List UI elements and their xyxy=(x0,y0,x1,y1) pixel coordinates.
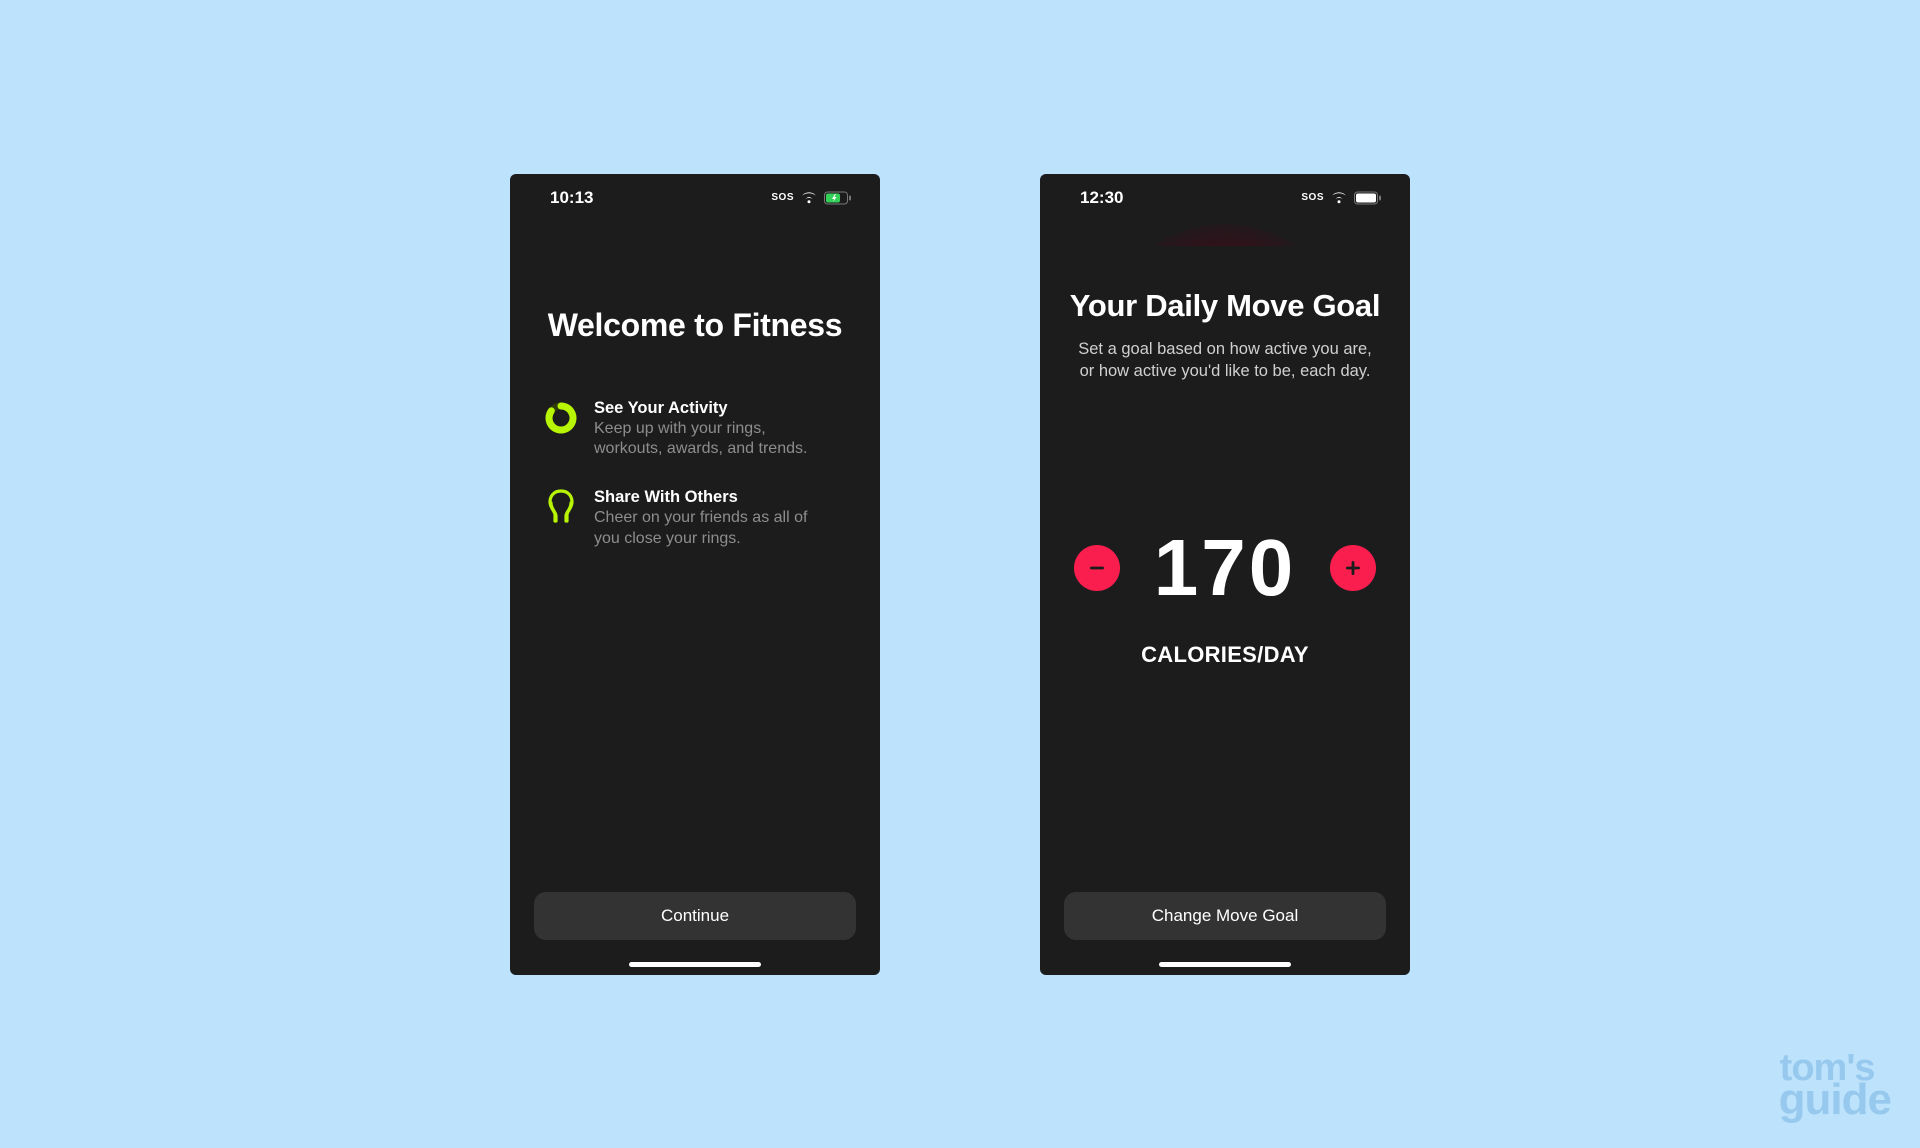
goal-stepper: 170 xyxy=(1062,522,1388,614)
feature-sharing: Share With Others Cheer on your friends … xyxy=(532,488,858,550)
status-bar: 12:30 SOS xyxy=(1040,174,1410,222)
feature-title: See Your Activity xyxy=(594,399,834,418)
goal-unit: CALORIES/DAY xyxy=(1062,642,1388,668)
continue-button[interactable]: Continue xyxy=(534,892,856,940)
move-goal-content: Your Daily Move Goal Set a goal based on… xyxy=(1040,222,1410,956)
feature-desc: Keep up with your rings, workouts, award… xyxy=(594,419,834,461)
home-indicator[interactable] xyxy=(1159,962,1291,967)
watermark: tom's guide xyxy=(1780,1053,1892,1120)
move-goal-screen: 12:30 SOS Your Daily Move Goal Set a goa… xyxy=(1040,174,1410,975)
goal-value: 170 xyxy=(1150,522,1300,614)
page-title: Your Daily Move Goal xyxy=(1062,288,1388,324)
minus-icon xyxy=(1086,557,1108,579)
wifi-icon xyxy=(1330,191,1348,204)
welcome-content: Welcome to Fitness See Your Activity Kee… xyxy=(510,222,880,956)
activity-ring-icon xyxy=(544,401,578,435)
sharing-icon xyxy=(544,490,578,524)
sos-indicator: SOS xyxy=(1301,192,1324,203)
watermark-line2: guide xyxy=(1779,1082,1891,1118)
home-indicator[interactable] xyxy=(629,962,761,967)
decrease-button[interactable] xyxy=(1074,545,1120,591)
feature-text: Share With Others Cheer on your friends … xyxy=(594,488,834,550)
status-time: 12:30 xyxy=(1080,188,1123,208)
plus-icon xyxy=(1342,557,1364,579)
battery-charging-icon xyxy=(824,191,852,205)
feature-desc: Cheer on your friends as all of you clos… xyxy=(594,508,834,550)
wifi-icon xyxy=(800,191,818,204)
feature-title: Share With Others xyxy=(594,488,834,507)
change-move-goal-button[interactable]: Change Move Goal xyxy=(1064,892,1386,940)
ring-preview xyxy=(1065,224,1385,246)
status-bar: 10:13 SOS xyxy=(510,174,880,222)
increase-button[interactable] xyxy=(1330,545,1376,591)
status-time: 10:13 xyxy=(550,188,593,208)
status-right: SOS xyxy=(1301,191,1382,205)
page-subtitle: Set a goal based on how active you are, … xyxy=(1062,338,1388,383)
page-title: Welcome to Fitness xyxy=(532,307,858,344)
battery-full-icon xyxy=(1354,191,1382,205)
welcome-screen: 10:13 SOS Welcome to Fitness See Your Ac… xyxy=(510,174,880,975)
feature-text: See Your Activity Keep up with your ring… xyxy=(594,399,834,461)
status-right: SOS xyxy=(771,191,852,205)
sos-indicator: SOS xyxy=(771,192,794,203)
feature-activity: See Your Activity Keep up with your ring… xyxy=(532,399,858,461)
